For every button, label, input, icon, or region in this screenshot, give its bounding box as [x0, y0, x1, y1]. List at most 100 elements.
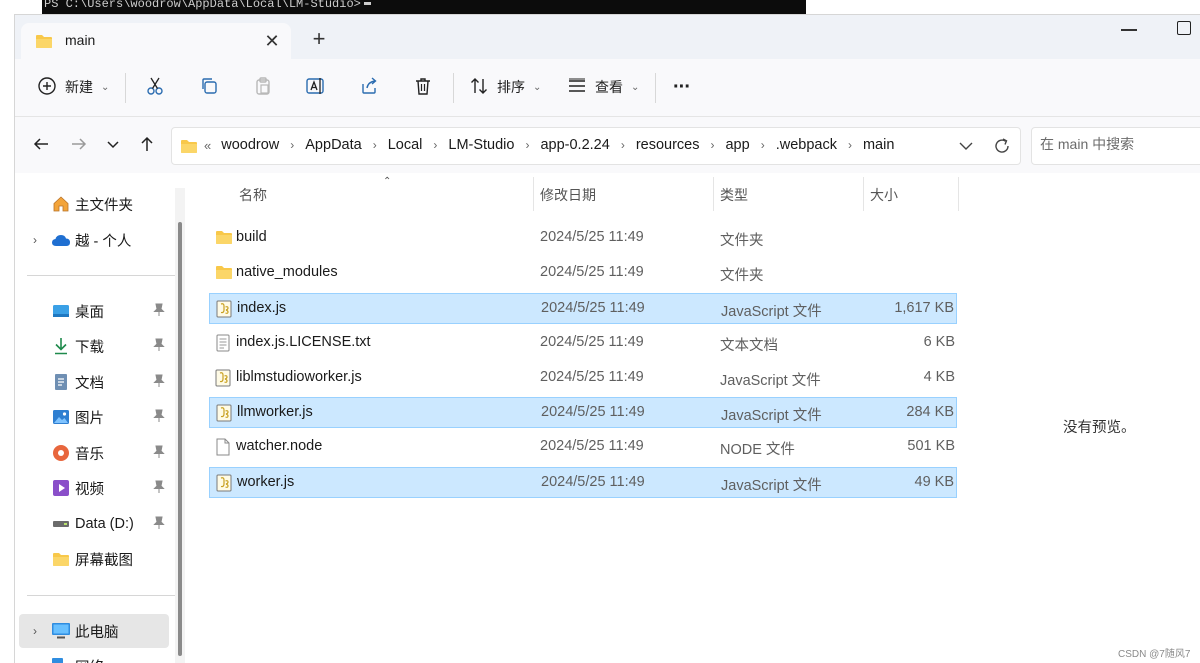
- new-tab-button[interactable]: +: [307, 28, 331, 53]
- sidebar-item-label: Data (D:): [75, 516, 134, 532]
- new-button[interactable]: 新建 ⌄: [37, 71, 109, 103]
- sidebar-item-screenshots[interactable]: 屏幕截图: [19, 542, 169, 576]
- chevron-right-icon[interactable]: ›: [710, 138, 714, 152]
- navigation-pane: 主文件夹 › 越 - 个人 桌面 下载 文档 图片 音乐 视频 Data (D:…: [15, 173, 189, 663]
- chevron-right-icon[interactable]: ›: [27, 624, 43, 638]
- blank-file-icon: [215, 438, 233, 456]
- scrollbar-thumb[interactable]: [178, 222, 182, 656]
- watermark: CSDN @7随风7: [1118, 649, 1191, 660]
- tab-main[interactable]: main ✕: [21, 23, 291, 59]
- address-history-chevron-icon[interactable]: [958, 138, 978, 156]
- file-row[interactable]: worker.js 2024/5/25 11:49 JavaScript 文件 …: [209, 467, 957, 498]
- pin-icon[interactable]: [153, 374, 165, 392]
- command-bar: 新建 ⌄ 排序 ⌄ 查看 ⌄ ···: [15, 59, 1200, 117]
- back-button[interactable]: [29, 133, 53, 157]
- chevron-right-icon[interactable]: ›: [621, 138, 625, 152]
- forward-button[interactable]: [67, 133, 91, 157]
- delete-button[interactable]: [413, 71, 433, 103]
- chevron-right-icon[interactable]: ›: [373, 138, 377, 152]
- terminal-prompt: PS C:\Users\woodrow\AppData\Local\LM-Stu…: [44, 0, 361, 11]
- column-divider[interactable]: [533, 177, 534, 211]
- breadcrumb-overflow[interactable]: «: [204, 138, 211, 153]
- column-header-name[interactable]: 名称: [239, 185, 267, 205]
- pin-icon[interactable]: [153, 516, 165, 534]
- file-row[interactable]: native_modules 2024/5/25 11:49 文件夹: [209, 258, 957, 289]
- breadcrumb-item[interactable]: main: [863, 137, 894, 153]
- breadcrumb-item[interactable]: woodrow: [221, 137, 279, 153]
- close-tab-icon[interactable]: ✕: [261, 31, 283, 53]
- plus-circle-icon: [37, 76, 57, 99]
- breadcrumb-item[interactable]: Local: [388, 137, 423, 153]
- refresh-icon[interactable]: [992, 136, 1012, 156]
- file-row[interactable]: watcher.node 2024/5/25 11:49 NODE 文件 501…: [209, 432, 957, 463]
- file-type: 文件夹: [720, 233, 764, 249]
- sidebar-item-downloads[interactable]: 下载: [19, 329, 169, 363]
- sort-ascending-icon: ⌃: [383, 176, 392, 187]
- tab-bar: main ✕ +: [15, 15, 1200, 59]
- copy-button[interactable]: [199, 71, 219, 103]
- chevron-right-icon[interactable]: ›: [27, 233, 43, 247]
- sidebar-item-data-drive[interactable]: Data (D:): [19, 507, 169, 541]
- minimize-icon[interactable]: [1121, 29, 1137, 31]
- sidebar-scrollbar[interactable]: [175, 188, 185, 663]
- column-divider[interactable]: [958, 177, 959, 211]
- sort-button[interactable]: 排序 ⌄: [469, 71, 541, 103]
- search-input[interactable]: [1040, 136, 1200, 152]
- cut-button[interactable]: [145, 71, 165, 103]
- pin-icon[interactable]: [153, 445, 165, 463]
- column-header-size[interactable]: 大小: [870, 185, 898, 205]
- address-bar[interactable]: « woodrow › AppData › Local › LM-Studio …: [171, 127, 1021, 165]
- chevron-right-icon[interactable]: ›: [761, 138, 765, 152]
- breadcrumb-item[interactable]: app-0.2.24: [540, 137, 609, 153]
- pin-icon[interactable]: [153, 338, 165, 356]
- more-options-button[interactable]: ···: [673, 71, 691, 103]
- breadcrumb-item[interactable]: app: [725, 137, 749, 153]
- column-divider[interactable]: [713, 177, 714, 211]
- pin-icon[interactable]: [153, 480, 165, 498]
- maximize-icon[interactable]: [1177, 21, 1191, 35]
- breadcrumb-item[interactable]: AppData: [305, 137, 361, 153]
- share-button[interactable]: [359, 71, 379, 103]
- file-name: worker.js: [237, 474, 295, 490]
- column-header-type[interactable]: 类型: [720, 185, 748, 205]
- paste-button[interactable]: [253, 71, 273, 103]
- file-row[interactable]: liblmstudioworker.js 2024/5/25 11:49 Jav…: [209, 363, 957, 394]
- column-header-date[interactable]: 修改日期: [540, 185, 596, 205]
- recent-locations-button[interactable]: [101, 133, 125, 157]
- sidebar-item-onedrive[interactable]: › 越 - 个人: [19, 223, 169, 257]
- pin-icon[interactable]: [153, 303, 165, 321]
- sidebar-item-videos[interactable]: 视频: [19, 471, 169, 505]
- sidebar-item-home[interactable]: 主文件夹: [19, 187, 169, 221]
- sidebar-item-music[interactable]: 音乐: [19, 436, 169, 470]
- chevron-right-icon[interactable]: ›: [290, 138, 294, 152]
- file-row[interactable]: index.js 2024/5/25 11:49 JavaScript 文件 1…: [209, 293, 957, 324]
- picture-icon: [51, 407, 71, 427]
- breadcrumb-item[interactable]: LM-Studio: [448, 137, 514, 153]
- folder-icon: [35, 33, 53, 52]
- chevron-right-icon[interactable]: ›: [525, 138, 529, 152]
- file-row[interactable]: index.js.LICENSE.txt 2024/5/25 11:49 文本文…: [209, 328, 957, 359]
- rename-button[interactable]: [305, 71, 327, 103]
- sidebar-item-pictures[interactable]: 图片: [19, 400, 169, 434]
- file-row[interactable]: build 2024/5/25 11:49 文件夹: [209, 223, 957, 254]
- file-type: NODE 文件: [720, 442, 795, 458]
- sidebar-item-network[interactable]: › 网络: [19, 649, 169, 663]
- up-button[interactable]: [135, 133, 159, 157]
- arrow-right-icon: [70, 135, 88, 156]
- pin-icon[interactable]: [153, 409, 165, 427]
- column-divider[interactable]: [863, 177, 864, 211]
- folder-icon: [215, 229, 233, 247]
- sidebar-item-this-pc[interactable]: › 此电脑: [19, 614, 169, 648]
- sidebar-item-documents[interactable]: 文档: [19, 365, 169, 399]
- trash-icon: [413, 76, 433, 99]
- chevron-right-icon[interactable]: ›: [848, 138, 852, 152]
- file-type: JavaScript 文件: [720, 373, 821, 389]
- chevron-right-icon[interactable]: ›: [433, 138, 437, 152]
- sidebar-item-desktop[interactable]: 桌面: [19, 294, 169, 328]
- file-row[interactable]: llmworker.js 2024/5/25 11:49 JavaScript …: [209, 397, 957, 428]
- breadcrumb-item[interactable]: .webpack: [776, 137, 837, 153]
- preview-empty-message: 没有预览。: [1063, 420, 1136, 436]
- breadcrumb-item[interactable]: resources: [636, 137, 700, 153]
- chevron-right-icon[interactable]: ›: [27, 659, 43, 663]
- view-button[interactable]: 查看 ⌄: [567, 71, 639, 103]
